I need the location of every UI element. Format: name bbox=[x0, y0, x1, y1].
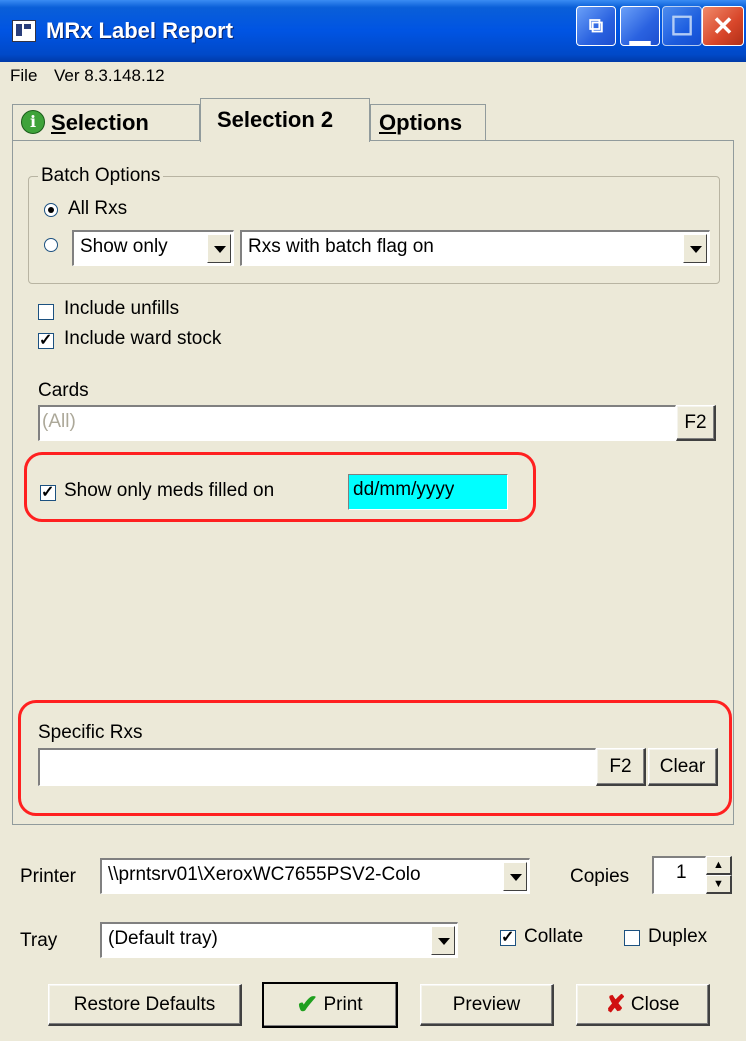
printer-select[interactable]: \\prntsrv01\XeroxWC7655PSV2-Colo bbox=[100, 858, 530, 894]
minimize-button[interactable]: ▁ bbox=[620, 6, 660, 46]
tab-selection-label: election bbox=[65, 110, 149, 135]
maximize-button[interactable]: ☐ bbox=[662, 6, 702, 46]
filled-date-input[interactable]: dd/mm/yyyy bbox=[348, 474, 508, 510]
duplex-label: Duplex bbox=[648, 926, 708, 947]
printer-value: \\prntsrv01\XeroxWC7655PSV2-Colo bbox=[108, 864, 421, 885]
menu-file[interactable]: File bbox=[10, 66, 37, 86]
cards-input[interactable]: (All) bbox=[38, 405, 676, 441]
filled-date-value: dd/mm/yyyy bbox=[353, 479, 455, 500]
include-ward-stock-checkbox[interactable] bbox=[38, 330, 54, 350]
print-button[interactable]: ✔ Print bbox=[262, 982, 398, 1028]
tray-label: Tray bbox=[20, 930, 58, 951]
collate-label: Collate bbox=[524, 926, 584, 947]
show-mode-select[interactable]: Show only bbox=[72, 230, 234, 266]
show-filled-label: Show only meds filled on bbox=[64, 480, 275, 501]
printer-label: Printer bbox=[20, 866, 76, 887]
chevron-down-icon[interactable] bbox=[431, 926, 455, 955]
chevron-down-icon[interactable] bbox=[503, 862, 527, 891]
specific-rxs-label: Specific Rxs bbox=[38, 722, 143, 743]
window-title: MRx Label Report bbox=[46, 18, 234, 43]
specific-f2-button[interactable]: F2 bbox=[596, 748, 646, 786]
menu-bar: File Ver 8.3.148.12 bbox=[0, 62, 746, 92]
version-label: Ver 8.3.148.12 bbox=[54, 66, 165, 85]
preview-label: Preview bbox=[452, 994, 521, 1015]
restore-defaults-label: Restore Defaults bbox=[73, 994, 216, 1015]
batch-flag-value: Rxs with batch flag on bbox=[248, 236, 434, 257]
duplex-checkbox[interactable] bbox=[624, 930, 640, 946]
copies-down-button[interactable]: ▼ bbox=[706, 875, 732, 894]
specific-clear-button[interactable]: Clear bbox=[648, 748, 718, 786]
chevron-down-icon[interactable] bbox=[683, 234, 707, 263]
cards-label: Cards bbox=[38, 380, 89, 401]
all-rxs-radio[interactable] bbox=[44, 203, 58, 217]
info-icon: i bbox=[21, 110, 45, 134]
batch-options-label: Batch Options bbox=[38, 165, 164, 187]
tray-select[interactable]: (Default tray) bbox=[100, 922, 458, 958]
batch-flag-select[interactable]: Rxs with batch flag on bbox=[240, 230, 710, 266]
cards-f2-button[interactable]: F2 bbox=[676, 405, 716, 441]
tab-selection[interactable]: i Selection bbox=[12, 104, 200, 140]
show-filled-checkbox[interactable] bbox=[40, 482, 56, 502]
tray-value: (Default tray) bbox=[108, 928, 218, 949]
copies-up-button[interactable]: ▲ bbox=[706, 856, 732, 875]
restore-defaults-button[interactable]: Restore Defaults bbox=[48, 984, 242, 1026]
checkmark-icon: ✔ bbox=[296, 989, 319, 1019]
show-only-radio[interactable] bbox=[44, 238, 58, 252]
tab-selection-2[interactable]: Selection 2 bbox=[200, 98, 370, 142]
close-button[interactable]: ✘ Close bbox=[576, 984, 710, 1026]
all-rxs-label: All Rxs bbox=[68, 198, 128, 219]
collate-checkbox[interactable] bbox=[500, 927, 516, 947]
close-icon: ✕ bbox=[712, 11, 734, 41]
restore-window-icon[interactable]: ⧉ bbox=[576, 6, 616, 46]
x-icon: ✘ bbox=[605, 991, 626, 1018]
print-label: Print bbox=[323, 994, 363, 1015]
copies-value: 1 bbox=[676, 862, 687, 883]
close-label: Close bbox=[630, 994, 680, 1015]
include-ward-stock-label: Include ward stock bbox=[64, 328, 222, 349]
tab-options-label: ptions bbox=[396, 110, 463, 135]
cards-value: (All) bbox=[42, 411, 76, 432]
include-unfills-label: Include unfills bbox=[64, 298, 180, 319]
specific-rxs-input[interactable] bbox=[38, 748, 596, 786]
show-mode-value: Show only bbox=[80, 236, 168, 257]
close-window-button[interactable]: ✕ bbox=[702, 6, 744, 46]
preview-button[interactable]: Preview bbox=[420, 984, 554, 1026]
app-icon bbox=[12, 20, 36, 42]
include-unfills-checkbox[interactable] bbox=[38, 304, 54, 320]
chevron-down-icon[interactable] bbox=[207, 234, 231, 263]
copies-label: Copies bbox=[570, 866, 630, 887]
copies-input[interactable]: 1 bbox=[652, 856, 706, 894]
title-bar[interactable]: MRx Label Report ⧉ ▁ ☐ ✕ bbox=[0, 0, 746, 62]
tab-selection-2-label: Selection 2 bbox=[217, 107, 334, 132]
tab-options[interactable]: Options bbox=[370, 104, 486, 140]
